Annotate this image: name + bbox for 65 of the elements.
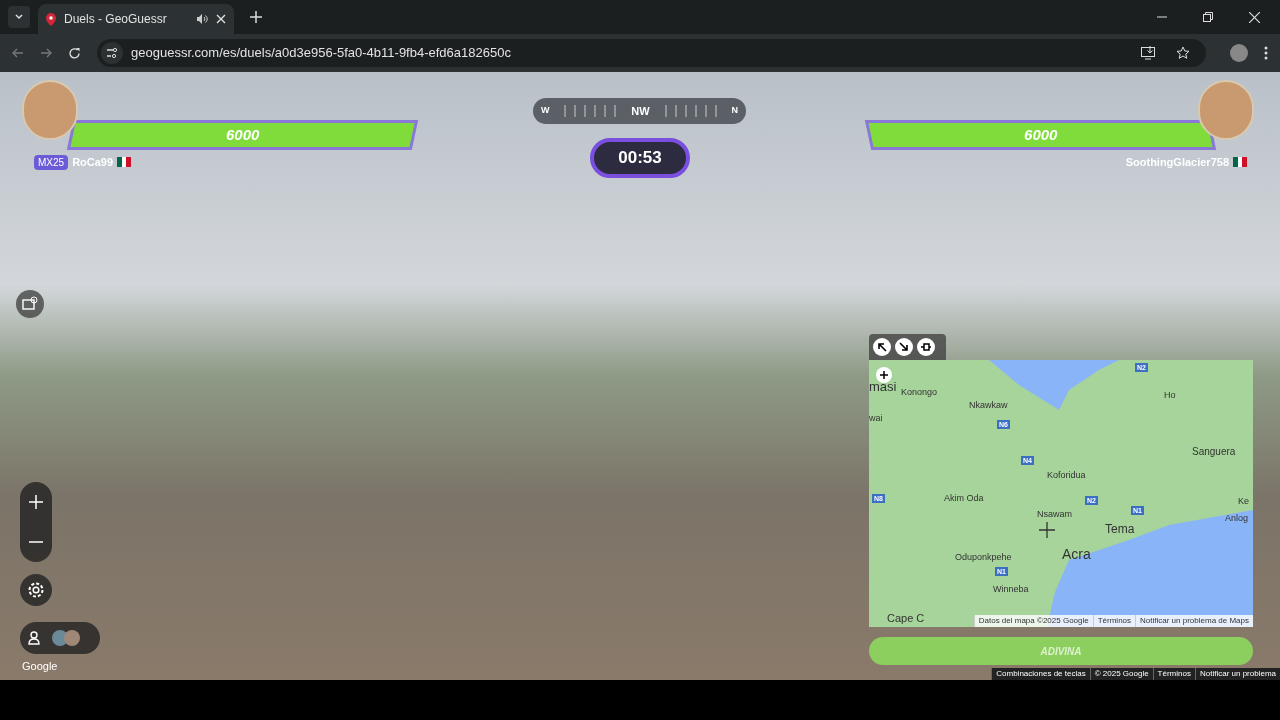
arrow-down-right-icon	[899, 342, 909, 352]
rank-badge: MX25	[34, 154, 69, 170]
forward-arrow-icon[interactable]	[40, 47, 52, 59]
speaker-icon[interactable]	[196, 13, 208, 25]
place-label: Ke	[1238, 497, 1249, 506]
shrink-map-button[interactable]	[895, 338, 913, 356]
place-label: masi	[869, 380, 897, 393]
place-label: Nkawkaw	[969, 401, 1008, 410]
avatar-silhouette	[22, 80, 78, 140]
google-logo: Google	[22, 659, 58, 674]
tab-list-button[interactable]	[8, 6, 30, 28]
place-label: Acra	[1062, 547, 1091, 561]
score-text: 6000	[225, 124, 260, 145]
place-label: Ho	[1164, 391, 1176, 400]
avatar-silhouette	[1198, 80, 1254, 140]
map-attribution-link[interactable]: Notificar un problema de Maps	[1135, 615, 1253, 627]
score-text: 6000	[1023, 124, 1058, 145]
profile-avatar[interactable]	[1230, 44, 1248, 62]
settings-button[interactable]	[20, 574, 52, 606]
place-label: wai	[869, 414, 883, 423]
place-label: Cape C	[887, 613, 925, 624]
place-label: Nsawam	[1037, 510, 1072, 519]
compass-label: NW	[631, 103, 650, 119]
compass-label: W	[541, 104, 550, 118]
back-arrow-icon[interactable]	[12, 47, 24, 59]
settings-icon	[26, 580, 46, 600]
crosshair-icon	[1039, 522, 1055, 538]
url-text: geoguessr.com/es/duels/a0d3e956-5fa0-4b11-9fb4-efd6a182650c	[131, 44, 512, 63]
map-attribution-link[interactable]: Datos del mapa ©2025 Google	[973, 615, 1093, 627]
report-location-button[interactable]	[16, 290, 44, 318]
place-label: Konongo	[901, 388, 938, 397]
player-name: RoCa99	[72, 155, 114, 170]
menu-icon[interactable]	[1264, 46, 1268, 60]
plus-icon	[880, 371, 888, 379]
place-label: Oduponkpehe	[955, 553, 1012, 562]
zoom-in-icon[interactable]	[29, 495, 43, 509]
restore-icon[interactable]	[1203, 12, 1213, 22]
compass-label: N	[731, 104, 738, 118]
arrow-up-left-icon	[877, 342, 887, 352]
address-bar[interactable]: geoguessr.com/es/duels/a0d3e956-5fa0-4b11-9fb4-efd6a182650c	[97, 39, 1206, 67]
map-attribution-link[interactable]: Términos	[1092, 615, 1136, 627]
close-icon[interactable]	[1249, 11, 1260, 23]
round-timer: 00:53	[590, 138, 690, 178]
spectators-pill[interactable]	[20, 622, 100, 654]
site-settings-icon[interactable]	[101, 42, 123, 64]
plus-icon[interactable]	[250, 11, 262, 23]
browser-tab[interactable]: Duels - GeoGuessr	[38, 4, 234, 34]
street-view-background[interactable]	[0, 72, 1280, 680]
place-label: Winneba	[993, 585, 1029, 594]
place-label: Sanguera	[1192, 447, 1236, 457]
close-icon[interactable]	[216, 14, 226, 24]
install-app-icon[interactable]	[1141, 46, 1156, 60]
place-label: Anlog	[1225, 514, 1249, 523]
pin-map-button[interactable]	[917, 338, 935, 356]
tab-title: Duels - GeoGuessr	[64, 11, 168, 28]
map-pin-icon	[46, 12, 56, 26]
star-icon[interactable]	[1176, 46, 1190, 60]
place-label: Akim Oda	[944, 494, 984, 503]
map-zoom-in-button[interactable]	[876, 367, 892, 383]
reload-icon[interactable]	[68, 46, 81, 60]
expand-map-button[interactable]	[873, 338, 891, 356]
place-label: Koforidua	[1047, 471, 1086, 480]
chevron-down-icon	[14, 12, 24, 22]
place-label: Tema	[1105, 523, 1135, 535]
player-name: SoothingGlacier758	[1125, 155, 1229, 170]
